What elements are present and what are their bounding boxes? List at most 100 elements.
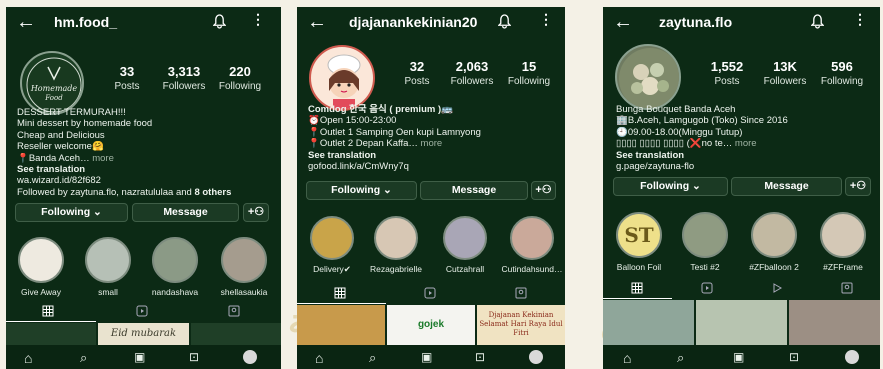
followed-by-others-link[interactable]: 8 others <box>194 187 231 198</box>
post-thumbnail[interactable]: Djajanan Kekinian Selamat Hari Raya Idul … <box>477 305 565 345</box>
message-button[interactable]: Message <box>132 203 239 222</box>
svg-text:Homemade: Homemade <box>30 84 78 93</box>
profile-link[interactable]: g.page/zaytuna-flo <box>616 161 874 172</box>
profile-avatar-icon[interactable] <box>845 350 859 364</box>
avatar[interactable] <box>615 44 681 110</box>
more-options-icon[interactable]: ⋮ <box>539 11 553 28</box>
story-highlight[interactable]: Give Away <box>16 237 66 297</box>
posts-count: 1,552 <box>710 59 744 74</box>
notification-bell-icon[interactable] <box>213 14 226 29</box>
story-highlight[interactable]: Cutindahsund… <box>501 216 563 274</box>
profile-avatar-icon[interactable] <box>529 350 543 364</box>
see-translation-link[interactable]: See translation <box>308 150 560 161</box>
post-thumbnail[interactable]: gojek <box>387 305 475 345</box>
message-button[interactable]: Message <box>420 181 528 200</box>
post-caption: Djajanan Kekinian <box>488 311 554 319</box>
reels-tab-icon[interactable] <box>424 287 436 299</box>
grid-tab-icon[interactable] <box>334 287 346 299</box>
following-stat[interactable]: 220 Following <box>208 64 272 92</box>
search-icon[interactable]: ⌕ <box>677 350 684 366</box>
profile-screen-hm-food: ← hm.food_ ⋮ Homemade Food 33 Posts 3,313… <box>6 7 281 369</box>
profile-link[interactable]: gofood.link/a/CmWny7q <box>308 161 560 172</box>
post-thumbnail[interactable] <box>789 300 880 345</box>
add-person-button[interactable]: +⚇ <box>531 181 556 200</box>
back-arrow-icon[interactable]: ← <box>307 10 327 34</box>
posts-stat[interactable]: 33 Posts <box>95 64 159 92</box>
followed-by-text: Followed by zaytuna.flo, nazratululaa an… <box>17 186 195 198</box>
tagged-tab-icon[interactable] <box>515 287 527 299</box>
story-highlight[interactable]: ST Balloon Foil <box>611 212 667 272</box>
followers-stat[interactable]: 13K Followers <box>753 59 817 87</box>
more-options-icon[interactable]: ⋮ <box>853 11 867 28</box>
grid-tab-icon[interactable] <box>42 305 54 317</box>
highlight-label: Delivery✔ <box>313 264 351 274</box>
shop-icon[interactable]: ⊡ <box>789 350 799 364</box>
post-thumbnail[interactable] <box>696 300 787 345</box>
reels-icon[interactable]: ▣ <box>134 350 145 364</box>
reels-tab-icon[interactable] <box>136 305 148 317</box>
add-person-button[interactable]: +⚇ <box>845 177 871 196</box>
shop-icon[interactable]: ⊡ <box>189 350 199 364</box>
story-highlight[interactable]: shellasaukia <box>216 237 272 297</box>
back-arrow-icon[interactable]: ← <box>613 10 633 34</box>
bio-more-link[interactable]: more <box>421 138 443 149</box>
shop-icon[interactable]: ⊡ <box>475 350 485 364</box>
bio-more-link[interactable]: more <box>735 138 757 149</box>
following-button[interactable]: Following ⌄ <box>15 203 128 222</box>
followers-stat[interactable]: 2,063 Followers <box>440 59 504 87</box>
post-thumbnail[interactable]: Eid mubarak <box>98 323 189 345</box>
post-thumbnail[interactable] <box>297 305 385 345</box>
video-tab-icon[interactable] <box>771 282 783 294</box>
story-highlight[interactable]: nandashava <box>149 237 201 297</box>
story-highlight[interactable]: Rezagabrielle <box>367 216 425 274</box>
search-icon[interactable]: ⌕ <box>80 350 87 366</box>
home-icon[interactable]: ⌂ <box>24 350 32 366</box>
back-arrow-icon[interactable]: ← <box>16 10 36 34</box>
notification-bell-icon[interactable] <box>811 14 824 29</box>
avatar[interactable]: Homemade Food <box>20 51 84 115</box>
bottom-nav: ⌂ ⌕ ▣ ⊡ <box>297 345 565 369</box>
following-stat[interactable]: 15 Following <box>497 59 561 87</box>
tagged-tab-icon[interactable] <box>228 305 240 317</box>
reels-icon[interactable]: ▣ <box>421 350 432 364</box>
posts-stat[interactable]: 1,552 Posts <box>695 59 759 87</box>
story-highlight[interactable]: Cutzahrall <box>437 216 493 274</box>
following-button[interactable]: Following ⌄ <box>306 181 417 200</box>
avatar[interactable] <box>309 45 375 111</box>
active-tab-indicator <box>603 298 672 299</box>
chef-cartoon-avatar-icon <box>327 54 361 109</box>
add-person-button[interactable]: +⚇ <box>243 203 269 222</box>
following-count: 596 <box>831 59 853 74</box>
profile-link[interactable]: wa.wizard.id/82f682 <box>17 175 279 186</box>
search-icon[interactable]: ⌕ <box>369 350 376 366</box>
post-thumbnail[interactable] <box>603 300 694 345</box>
home-icon[interactable]: ⌂ <box>315 350 323 366</box>
bio-more-link[interactable]: more <box>92 153 114 164</box>
profile-avatar-icon[interactable] <box>243 350 257 364</box>
tagged-tab-icon[interactable] <box>841 282 853 294</box>
post-thumbnail[interactable] <box>190 323 281 345</box>
see-translation-link[interactable]: See translation <box>616 150 874 161</box>
reels-icon[interactable]: ▣ <box>733 350 744 364</box>
post-thumbnail[interactable] <box>6 323 97 345</box>
following-button[interactable]: Following ⌄ <box>613 177 728 196</box>
following-stat[interactable]: 596 Following <box>810 59 874 87</box>
story-highlight[interactable]: Testi #2 <box>679 212 731 272</box>
grid-tab-icon[interactable] <box>631 282 643 294</box>
highlight-label: Rezagabrielle <box>370 264 422 274</box>
reels-tab-icon[interactable] <box>701 282 713 294</box>
bio-line: 📍Outlet 2 Depan Kaffa… <box>308 138 418 150</box>
story-highlight[interactable]: Delivery✔ <box>305 216 359 275</box>
home-icon[interactable]: ⌂ <box>623 350 631 366</box>
see-translation-link[interactable]: See translation <box>17 164 279 175</box>
notification-bell-icon[interactable] <box>498 14 511 29</box>
story-highlight[interactable]: small <box>83 237 133 297</box>
bio-line: Mini dessert by homemade food <box>17 118 153 130</box>
story-highlight[interactable]: #ZFFrame <box>815 212 871 272</box>
message-button[interactable]: Message <box>731 177 842 196</box>
story-highlight[interactable]: #ZFballoon 2 <box>743 212 805 272</box>
profile-bio: DESSERT TERMURAH!!! Mini dessert by home… <box>17 107 279 198</box>
more-options-icon[interactable]: ⋮ <box>251 11 265 28</box>
top-bar: ← zaytuna.flo ⋮ <box>603 7 880 39</box>
followers-stat[interactable]: 3,313 Followers <box>152 64 216 92</box>
